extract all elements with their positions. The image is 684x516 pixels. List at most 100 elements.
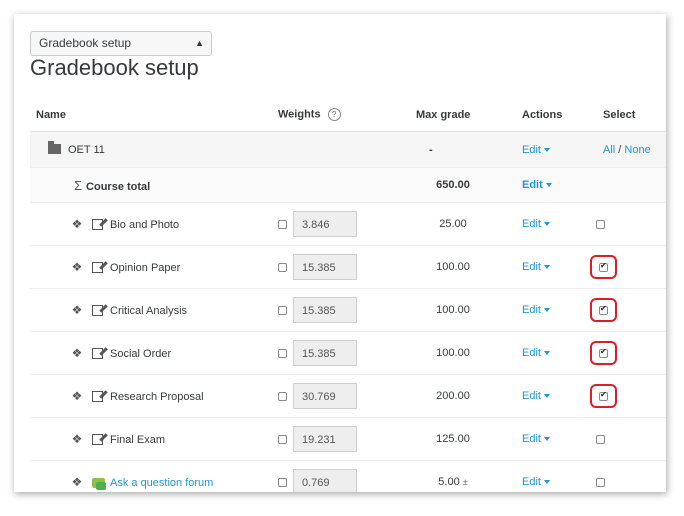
grade-item-edit-label: Edit [522, 433, 541, 445]
grade-item-max-grade: 25.00 [439, 218, 467, 230]
grade-item-weight-cell: 15.385 [278, 331, 416, 375]
move-icon[interactable]: ❖ [71, 389, 83, 403]
weight-input[interactable]: 15.385 [293, 340, 357, 366]
weight-override-checkbox[interactable] [278, 305, 287, 315]
select-checkbox[interactable] [599, 390, 608, 401]
grade-item-max-cell: 100.00 [416, 331, 510, 375]
grade-item-row: ❖ Ask a question forum 0.769 5.00 ± Edit [30, 460, 666, 492]
select-all-link[interactable]: All [603, 144, 615, 156]
weight-override-checkbox[interactable] [278, 219, 287, 229]
weight-input[interactable]: 15.385 [293, 254, 357, 280]
grade-item-name-cell: ❖ Ask a question forum [30, 460, 278, 492]
course-total-max-cell: 650.00 [416, 167, 510, 203]
select-checkbox[interactable] [599, 304, 608, 315]
grade-item-select-cell [590, 331, 666, 375]
grade-item-edit-menu[interactable]: Edit [522, 261, 550, 273]
column-header-actions: Actions [510, 98, 590, 132]
grade-item-row: ❖ Final Exam 19.231 125.00 Edit [30, 417, 666, 461]
grade-item-select-cell [590, 245, 666, 289]
grade-item-edit-menu[interactable]: Edit [522, 304, 550, 316]
weight-override-checkbox[interactable] [278, 391, 287, 401]
column-header-actions-label: Actions [522, 108, 563, 121]
move-icon[interactable]: ❖ [71, 432, 83, 446]
caret-down-icon [543, 265, 550, 270]
course-total-select-cell [590, 167, 666, 203]
grade-item-name: Bio and Photo [110, 219, 180, 231]
category-edit-label: Edit [522, 143, 541, 156]
grade-item-edit-menu[interactable]: Edit [522, 476, 550, 488]
weight-input[interactable]: 0.769 [293, 469, 357, 492]
grade-item-weight-cell: 15.385 [278, 288, 416, 332]
move-icon[interactable]: ❖ [71, 260, 83, 274]
grade-item-edit-menu[interactable]: Edit [522, 433, 550, 445]
category-select-cell: All / None [590, 131, 666, 168]
gradebook-setup-select[interactable]: Gradebook setup ▲ [30, 31, 212, 56]
grade-item-select-cell [590, 417, 666, 461]
select-checkbox[interactable] [596, 219, 605, 229]
move-icon[interactable]: ❖ [71, 475, 83, 489]
grade-item-link[interactable]: Ask a question forum [110, 477, 213, 489]
grade-item-name-cell: ❖ Bio and Photo [30, 202, 278, 246]
assignment-icon [92, 433, 103, 445]
move-icon[interactable]: ❖ [71, 217, 83, 231]
weight-override-checkbox[interactable] [278, 477, 287, 487]
weight-input[interactable]: 30.769 [293, 383, 357, 409]
grade-item-actions-cell: Edit [510, 202, 590, 246]
weight-input[interactable]: 19.231 [293, 426, 357, 452]
grade-item-row: ❖ Research Proposal 30.769 200.00 Edit [30, 374, 666, 418]
caret-down-icon [543, 222, 550, 227]
category-max-grade: - [429, 143, 433, 156]
grade-item-max-cell: 25.00 [416, 202, 510, 246]
help-icon[interactable]: ? [327, 108, 341, 121]
grade-item-name-cell: ❖ Critical Analysis [30, 288, 278, 332]
move-icon[interactable]: ❖ [71, 303, 83, 317]
weight-override-checkbox[interactable] [278, 434, 287, 444]
weight-input[interactable]: 15.385 [293, 297, 357, 323]
column-header-select: Select [590, 98, 666, 132]
grade-item-name-cell: ❖ Opinion Paper [30, 245, 278, 289]
grade-item-actions-cell: Edit [510, 288, 590, 332]
grade-item-select-cell [590, 202, 666, 246]
weight-override-checkbox[interactable] [278, 262, 287, 272]
move-icon[interactable]: ❖ [71, 346, 83, 360]
grade-item-name-cell: ❖ Final Exam [30, 417, 278, 461]
plus-minus-icon: ± [462, 477, 468, 487]
column-header-select-label: Select [603, 108, 636, 121]
category-edit-menu[interactable]: Edit [522, 144, 550, 156]
forum-icon [92, 478, 106, 491]
caret-down-icon [543, 351, 550, 356]
grade-item-row: ❖ Social Order 15.385 100.00 Edit [30, 331, 666, 375]
grade-item-max-cell: 100.00 [416, 288, 510, 332]
course-total-edit-menu[interactable]: Edit [522, 179, 552, 191]
grade-item-name-cell: ❖ Research Proposal [30, 374, 278, 418]
select-checkbox[interactable] [596, 477, 605, 487]
weight-input[interactable]: 3.846 [293, 211, 357, 237]
grade-item-weight-cell: 3.846 [278, 202, 416, 246]
select-checkbox[interactable] [596, 434, 605, 444]
grade-item-edit-menu[interactable]: Edit [522, 218, 550, 230]
course-total-name-cell: Σ Course total [30, 167, 278, 203]
assignment-icon [92, 347, 103, 359]
sigma-icon: Σ [74, 177, 83, 193]
grade-item-edit-label: Edit [522, 261, 541, 273]
page-title: Gradebook setup [30, 55, 199, 80]
course-total-weight-cell [278, 167, 416, 203]
select-checkbox[interactable] [599, 261, 608, 272]
course-total-actions-cell: Edit [510, 167, 590, 203]
caret-down-icon [543, 480, 550, 485]
grade-item-actions-cell: Edit [510, 374, 590, 418]
grade-item-actions-cell: Edit [510, 460, 590, 492]
column-header-max-grade-label: Max grade [416, 108, 471, 121]
category-weight-cell [278, 131, 416, 168]
column-header-name-label: Name [36, 108, 66, 121]
selection-highlight [590, 384, 617, 408]
category-name: OET 11 [68, 143, 105, 156]
weight-override-checkbox[interactable] [278, 348, 287, 358]
select-none-link[interactable]: None [624, 144, 650, 156]
grade-item-edit-menu[interactable]: Edit [522, 390, 550, 402]
assignment-icon [92, 390, 103, 402]
caret-down-icon [543, 308, 550, 313]
select-checkbox[interactable] [599, 347, 608, 358]
grade-item-edit-menu[interactable]: Edit [522, 347, 550, 359]
selection-highlight [590, 255, 617, 279]
